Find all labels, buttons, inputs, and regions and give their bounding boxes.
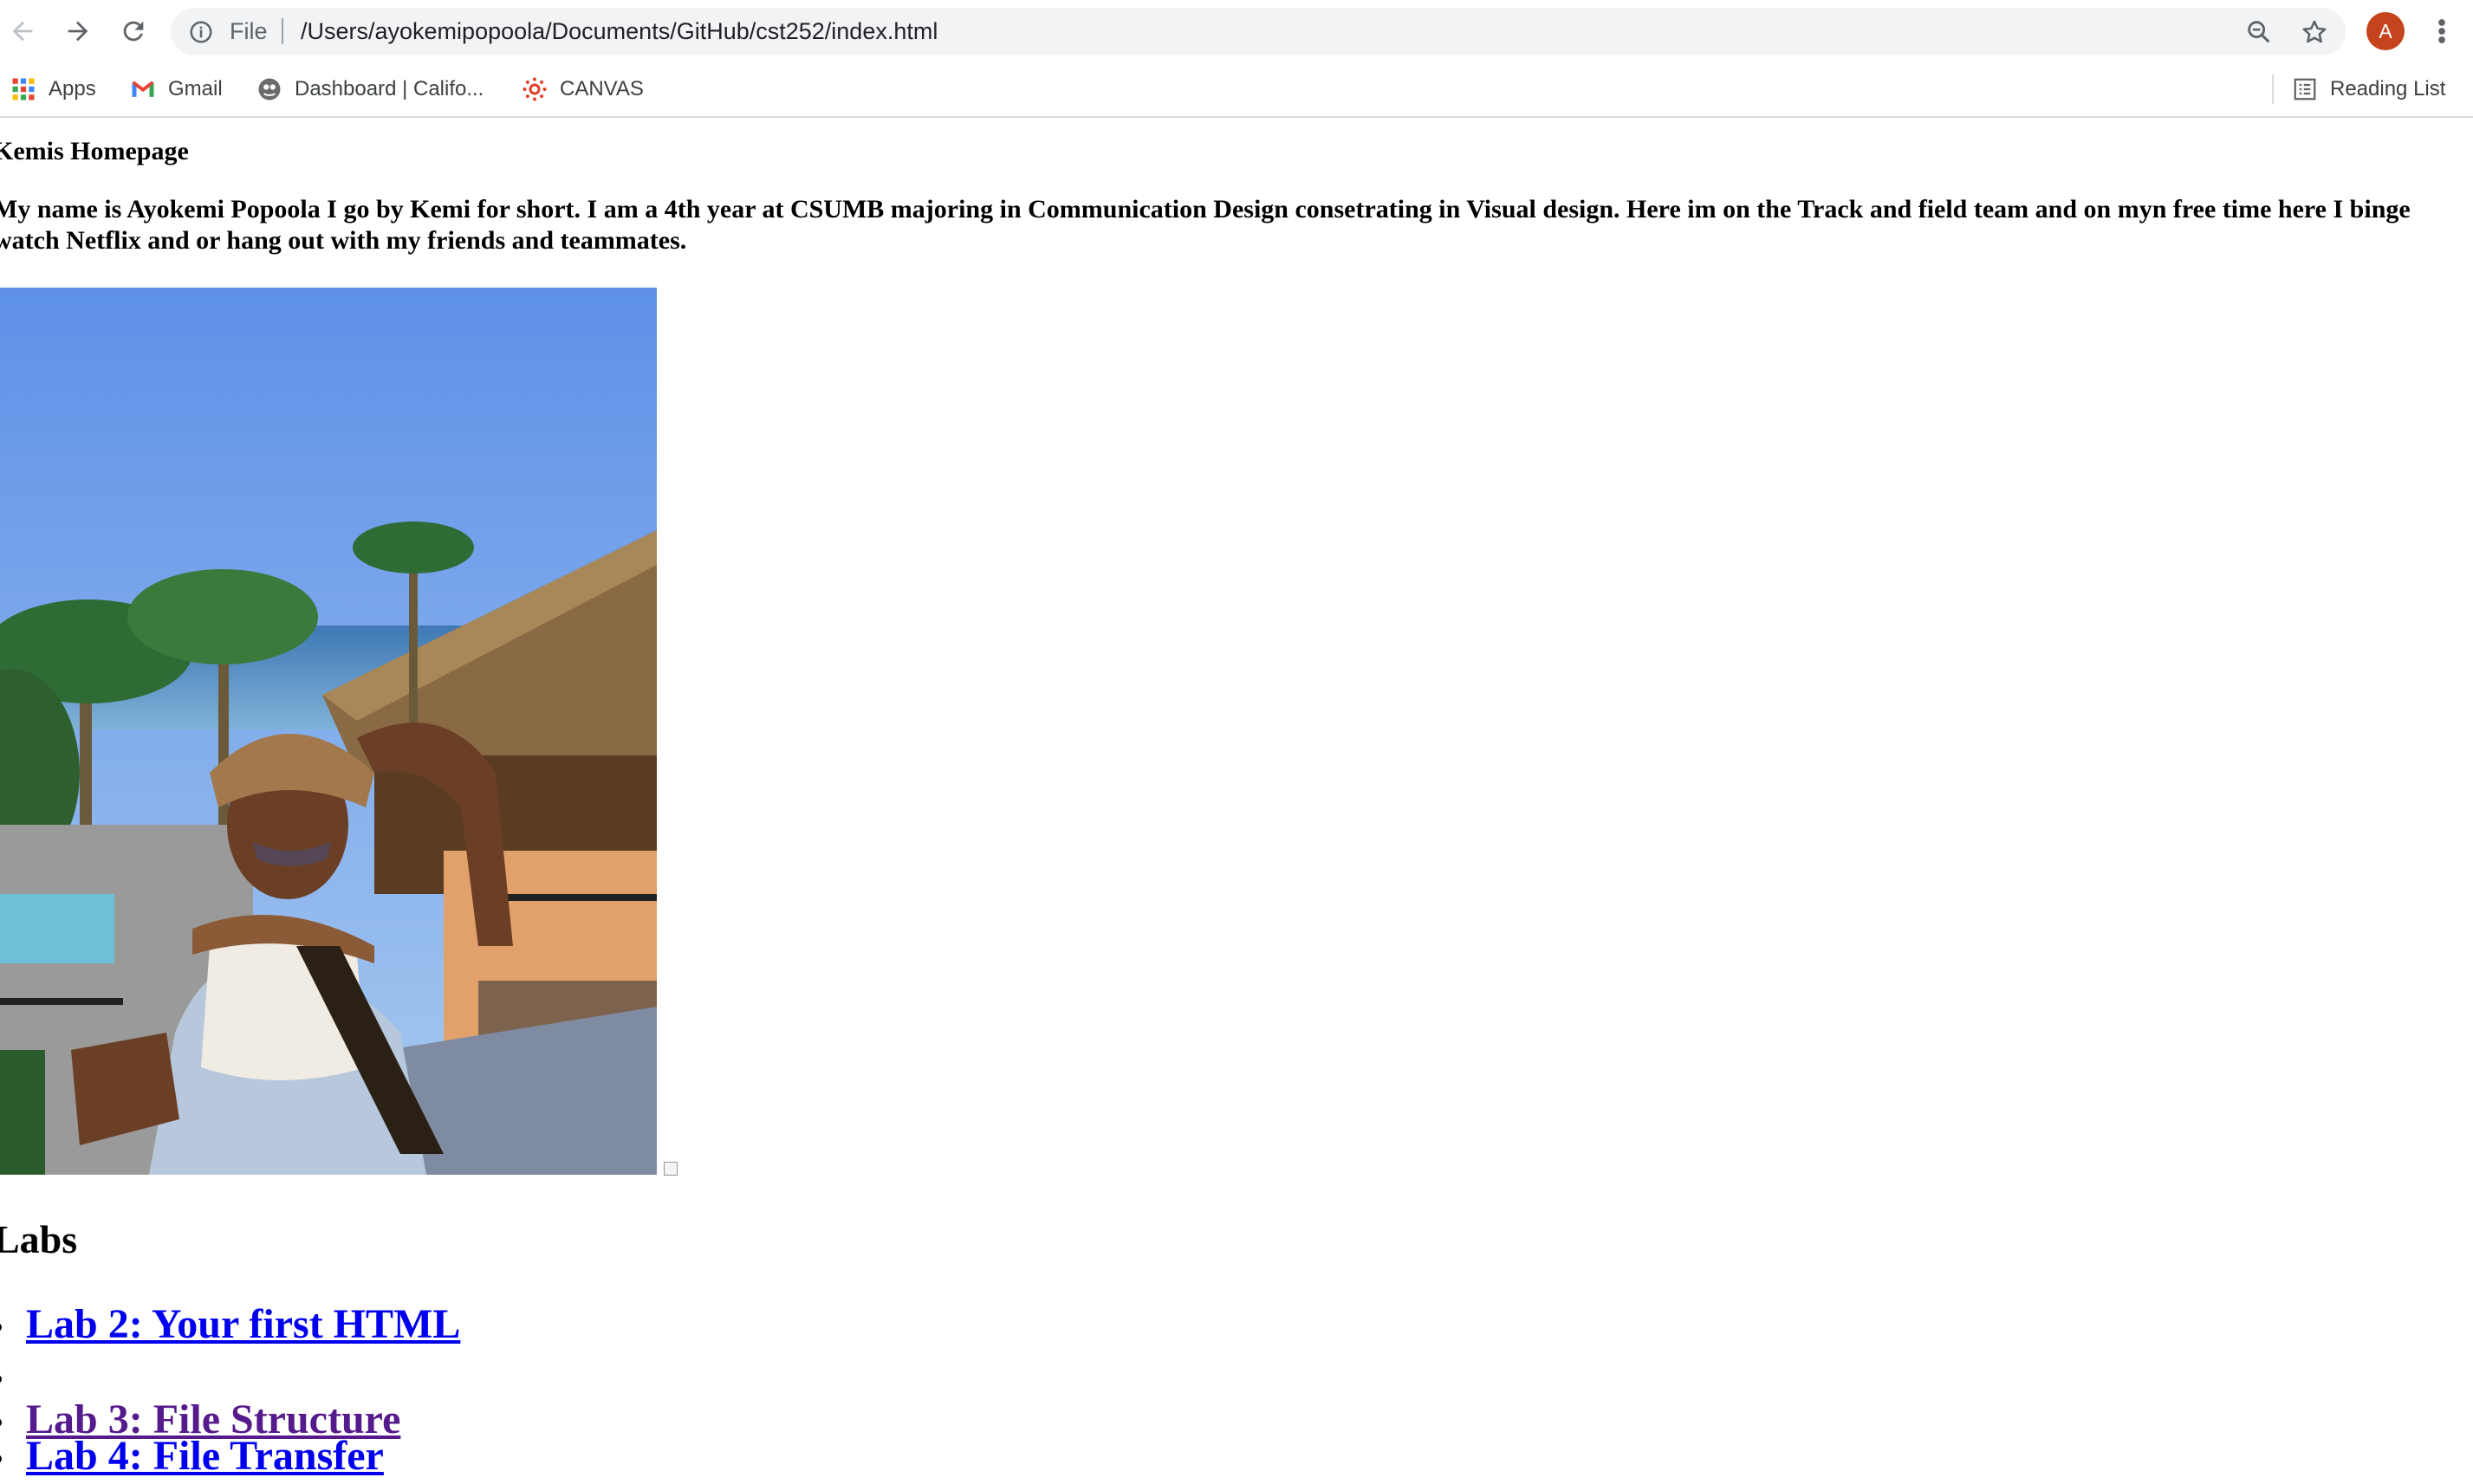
forward-button[interactable]: [59, 12, 97, 50]
bookmark-apps[interactable]: Apps: [10, 73, 96, 106]
bookmark-label: Gmail: [168, 77, 223, 100]
reading-list-label: Reading List: [2330, 77, 2446, 100]
bullet: [0, 1375, 2, 1384]
arrow-left-icon: [12, 21, 33, 42]
lab-2-link[interactable]: Lab 2: Your first HTML: [26, 1300, 460, 1348]
bookmarks-bar: Apps Gmail Dashboard | Califo... CANVAS: [0, 62, 2473, 118]
bookmark-gmail[interactable]: Gmail: [130, 73, 223, 106]
reload-button[interactable]: [114, 12, 153, 50]
bookmarks-divider: [2272, 75, 2274, 104]
profile-photo: [0, 288, 657, 1175]
apps-grid-icon: [12, 78, 35, 100]
lab-4-link[interactable]: Lab 4: File Transfer: [26, 1432, 384, 1480]
omnibox-separator: [282, 18, 283, 44]
reading-list-button[interactable]: Reading List: [2292, 73, 2445, 106]
page-title: Kemis Homepage: [0, 137, 189, 165]
labs-heading: Labs: [0, 1217, 78, 1261]
broken-image-placeholder: [664, 1162, 678, 1176]
profile-avatar[interactable]: A: [2366, 12, 2405, 50]
intro-paragraph: My name is Ayokemi Popoola I go by Kemi …: [0, 195, 2411, 255]
zoom-icon[interactable]: [2244, 17, 2274, 47]
address-bar[interactable]: File /Users/ayokemipopoola/Documents/Git…: [171, 8, 2346, 55]
browser-toolbar: File /Users/ayokemipopoola/Documents/Git…: [0, 0, 2473, 62]
bookmark-canvas[interactable]: CANVAS: [522, 73, 644, 106]
more-menu-icon[interactable]: [2429, 14, 2455, 49]
bookmark-star-icon[interactable]: [2300, 17, 2329, 47]
bookmark-label: Apps: [49, 77, 96, 100]
dashboard-favicon: [258, 78, 281, 100]
info-icon[interactable]: [188, 19, 214, 45]
reload-icon: [123, 21, 144, 42]
scheme-label: File: [230, 18, 268, 44]
gmail-icon: [132, 81, 154, 97]
arrow-right-icon: [68, 21, 88, 42]
canvas-icon: [523, 77, 547, 101]
back-button[interactable]: [3, 12, 42, 50]
reading-list-icon: [2294, 78, 2316, 100]
bookmark-label: CANVAS: [560, 77, 644, 100]
bullet: [0, 1418, 2, 1427]
url-text[interactable]: /Users/ayokemipopoola/Documents/GitHub/c…: [301, 16, 938, 47]
bookmark-label: Dashboard | Califo...: [295, 77, 484, 100]
bullet: [0, 1323, 2, 1332]
bullet: [0, 1455, 2, 1463]
bookmark-dashboard[interactable]: Dashboard | Califo...: [256, 73, 484, 106]
